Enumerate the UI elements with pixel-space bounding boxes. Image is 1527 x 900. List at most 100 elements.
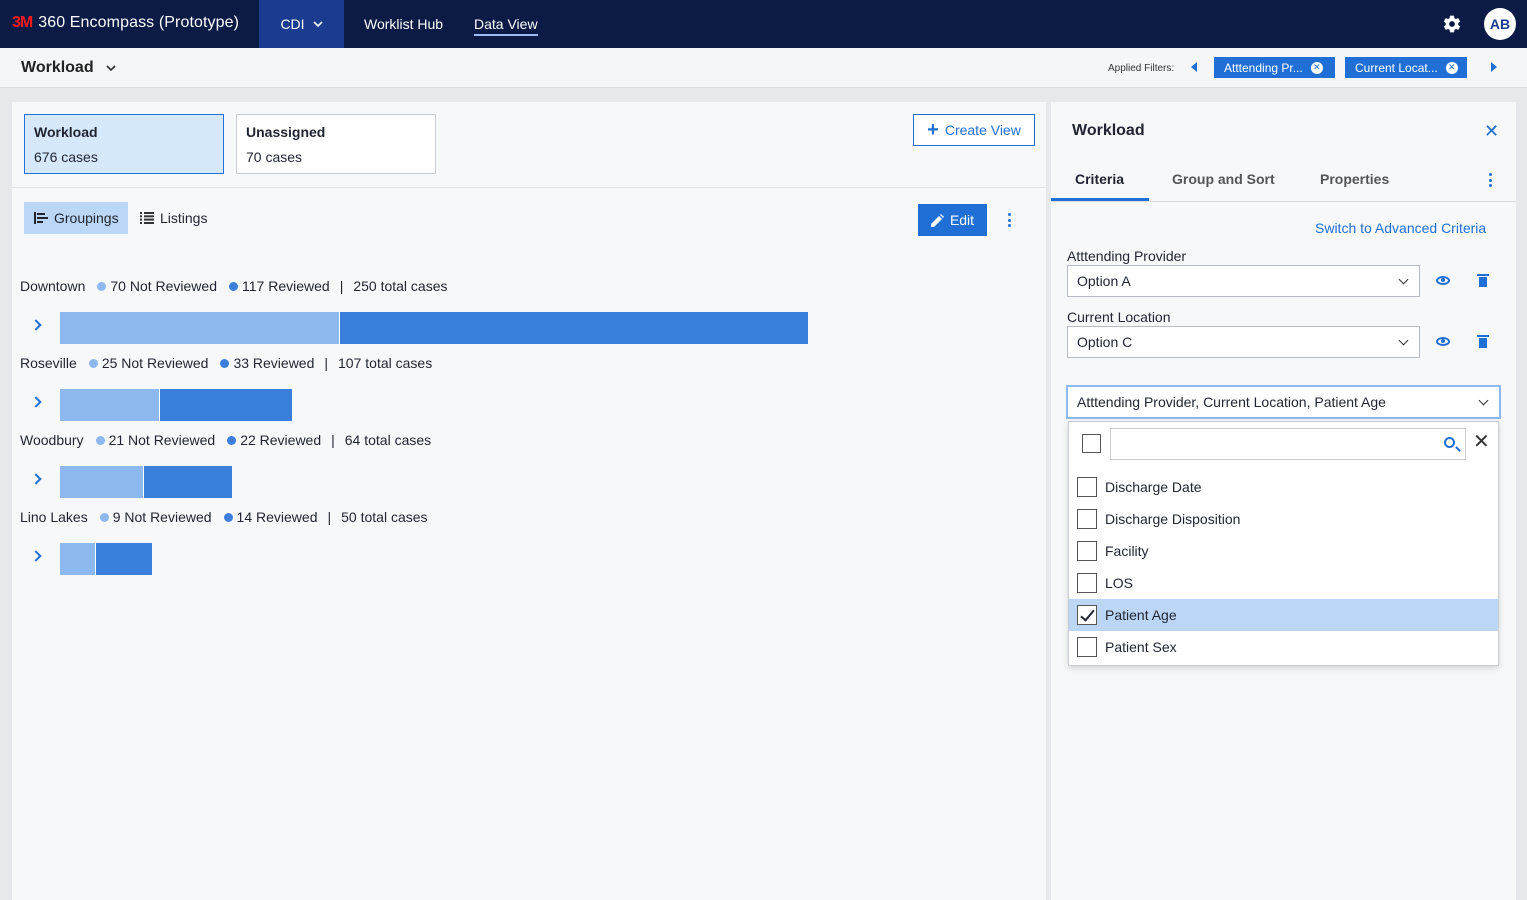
reviewed-legend-dot [227, 435, 237, 445]
filters-scroll-right-icon[interactable] [1491, 62, 1497, 72]
app-brand[interactable]: 3M 360 Encompass (Prototype) [12, 14, 239, 32]
panel-title: Workload [1072, 122, 1145, 139]
dropdown-option[interactable]: Patient Sex [1069, 631, 1498, 663]
reviewed-label: 117 Reviewed [242, 278, 330, 294]
sub-header: Workload Applied Filters: Atttending Pr.… [0, 48, 1527, 88]
stacked-bar[interactable] [60, 389, 292, 421]
view-cards-row: Workload 676 cases Unassigned 70 cases +… [12, 102, 1046, 188]
dropdown-option[interactable]: Patient Age [1069, 599, 1498, 631]
top-navigation-bar: 3M 360 Encompass (Prototype) CDI Worklist… [0, 0, 1527, 48]
not-reviewed-label: 25 Not Reviewed [101, 355, 209, 371]
tab-group-and-sort[interactable]: Group and Sort [1172, 171, 1275, 187]
option-checkbox[interactable] [1077, 541, 1097, 561]
user-avatar[interactable]: AB [1484, 8, 1516, 40]
option-checkbox[interactable] [1077, 605, 1097, 625]
not-reviewed-label: 70 Not Reviewed [110, 278, 217, 294]
grouping-label: Lino Lakes 9 Not Reviewed 14 Reviewed | 50 t… [20, 509, 428, 525]
tab-criteria[interactable]: Criteria [1075, 171, 1124, 187]
tab-properties[interactable]: Properties [1320, 171, 1389, 187]
reviewed-legend-dot [223, 512, 233, 522]
bar-segment-not-reviewed[interactable] [60, 312, 340, 344]
chevron-right-icon[interactable] [30, 550, 42, 562]
total-cases-label: 107 total cases [338, 355, 433, 371]
dropdown-option[interactable]: Facility [1069, 535, 1498, 567]
app-title: 360 Encompass (Prototype) [38, 14, 240, 31]
listings-label: Listings [160, 210, 208, 226]
trash-icon[interactable] [1477, 274, 1489, 287]
more-options-icon[interactable] [1489, 173, 1493, 187]
view-selector[interactable]: Workload [21, 59, 116, 77]
bar-segment-reviewed[interactable] [160, 389, 292, 421]
filters-scroll-left-icon[interactable] [1191, 62, 1197, 72]
chevron-right-icon[interactable] [30, 319, 42, 331]
category-label: Roseville [20, 355, 77, 371]
not-reviewed-label: 21 Not Reviewed [108, 432, 216, 448]
bar-segment-not-reviewed[interactable] [60, 543, 96, 575]
nav-tab-cdi[interactable]: CDI [259, 0, 344, 48]
option-label: Patient Age [1105, 607, 1177, 623]
create-view-button[interactable]: + Create View [913, 114, 1035, 146]
option-checkbox[interactable] [1077, 637, 1097, 657]
close-icon[interactable]: ✕ [1484, 122, 1499, 140]
filter-chip-attending-provider[interactable]: Atttending Pr... ✕ [1214, 57, 1335, 78]
stacked-bar[interactable] [60, 543, 152, 575]
stacked-bar[interactable] [60, 466, 232, 498]
bar-segment-not-reviewed[interactable] [60, 466, 144, 498]
close-icon[interactable]: ✕ [1473, 432, 1490, 452]
chevron-down-icon [1478, 395, 1489, 406]
switch-advanced-criteria-link[interactable]: Switch to Advanced Criteria [1315, 220, 1486, 236]
trash-icon[interactable] [1477, 335, 1489, 348]
chevron-right-icon[interactable] [30, 396, 42, 408]
view-settings-panel: Workload ✕ Criteria Group and Sort Prope… [1051, 102, 1516, 900]
option-checkbox[interactable] [1077, 509, 1097, 529]
nav-tab-data-view[interactable]: Data View [474, 16, 538, 36]
dropdown-option[interactable]: Discharge Date [1069, 471, 1498, 503]
option-label: LOS [1105, 575, 1134, 591]
main-content-panel: Workload 676 cases Unassigned 70 cases +… [12, 102, 1046, 900]
dropdown-option[interactable]: LOS [1069, 567, 1498, 599]
category-label: Downtown [20, 278, 86, 294]
total-cases-label: 50 total cases [341, 509, 428, 525]
brand-logo: 3M [12, 14, 33, 31]
attending-provider-select[interactable]: Option A [1067, 265, 1420, 297]
edit-label: Edit [949, 212, 975, 228]
plus-icon: + [927, 119, 939, 141]
list-icon [140, 212, 154, 224]
dropdown-option[interactable]: Discharge Disposition [1069, 503, 1498, 535]
view-card-unassigned[interactable]: Unassigned 70 cases [236, 114, 436, 174]
active-tab-indicator [1051, 198, 1149, 201]
bar-segment-reviewed[interactable] [340, 312, 808, 344]
pencil-icon [930, 213, 944, 227]
view-card-name: Unassigned [246, 124, 326, 140]
chevron-right-icon[interactable] [30, 473, 42, 485]
total-cases-label: 250 total cases [353, 278, 448, 294]
page-title: Workload [21, 59, 94, 76]
current-location-select[interactable]: Option C [1067, 326, 1420, 358]
eye-icon[interactable] [1436, 276, 1450, 285]
bar-segment-reviewed[interactable] [144, 466, 232, 498]
category-label: Lino Lakes [20, 509, 88, 525]
not-reviewed-legend-dot [88, 358, 98, 368]
nav-tab-worklist-hub[interactable]: Worklist Hub [364, 16, 443, 32]
bar-segment-not-reviewed[interactable] [60, 389, 160, 421]
more-options-icon[interactable] [1008, 213, 1012, 227]
search-icon[interactable] [1444, 437, 1455, 448]
dropdown-search-input[interactable] [1110, 428, 1466, 460]
option-checkbox[interactable] [1077, 573, 1097, 593]
select-all-checkbox[interactable] [1082, 434, 1101, 453]
gear-icon[interactable] [1442, 14, 1462, 34]
groupings-toggle[interactable]: Groupings [24, 202, 128, 234]
filter-chip-label: Current Locat... [1355, 60, 1438, 75]
stacked-bar[interactable] [60, 312, 808, 344]
not-reviewed-legend-dot [95, 435, 105, 445]
view-card-workload[interactable]: Workload 676 cases [24, 114, 224, 174]
listings-toggle[interactable]: Listings [138, 202, 228, 234]
edit-button[interactable]: Edit [918, 204, 987, 236]
bar-segment-reviewed[interactable] [96, 543, 152, 575]
criteria-fields-multiselect[interactable]: Atttending Provider, Current Location, P… [1066, 385, 1501, 419]
filter-chip-current-location[interactable]: Current Locat... ✕ [1345, 57, 1467, 78]
eye-icon[interactable] [1436, 337, 1450, 346]
option-checkbox[interactable] [1077, 477, 1097, 497]
remove-filter-icon[interactable]: ✕ [1310, 61, 1323, 74]
remove-filter-icon[interactable]: ✕ [1445, 61, 1458, 74]
